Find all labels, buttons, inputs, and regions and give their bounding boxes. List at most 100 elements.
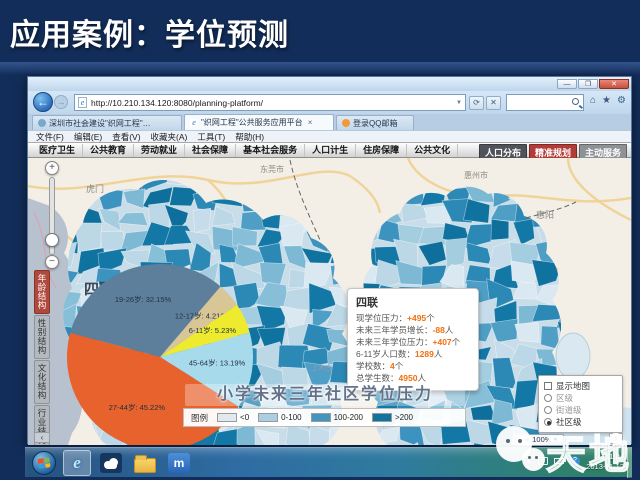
legend-swatch: [258, 413, 278, 422]
refresh-button[interactable]: ⟳: [469, 96, 484, 110]
browser-tab-1[interactable]: e"织网工程"公共服务应用平台×: [184, 114, 334, 130]
zoom-in-button[interactable]: +: [45, 161, 59, 175]
side-tab-2[interactable]: 文化结构: [34, 360, 50, 404]
tooltip-row-unit: 个: [395, 361, 404, 371]
taskbar-explorer-button[interactable]: [131, 450, 159, 476]
cloud-icon: [100, 453, 122, 473]
map-area[interactable]: 虎门 东莞市 惠州市 惠阳 上木古 四联 + − 年龄结构性别结构文化结构行业结…: [28, 158, 631, 445]
legend-swatch: [372, 413, 392, 422]
map-zoom-control: + −: [40, 161, 66, 273]
menu-item[interactable]: 编辑(E): [74, 131, 102, 143]
wechat-logo-small-bubble: [522, 448, 545, 471]
census-tract[interactable]: [445, 238, 467, 267]
legend-label: <0: [240, 413, 249, 422]
nav-item[interactable]: 公共文化: [407, 144, 458, 157]
tooltip-row-unit: 人: [445, 325, 454, 335]
browser-toolbar-icons: ⌂ ★ ⚙: [590, 95, 626, 106]
census-tract[interactable]: [491, 219, 509, 240]
url-dropdown-icon[interactable]: ▼: [456, 100, 462, 106]
home-icon[interactable]: ⌂: [590, 95, 596, 106]
settings-gear-icon[interactable]: ⚙: [617, 95, 626, 106]
qq-icon: [342, 119, 350, 127]
tooltip-row-label: 现学位压力：: [356, 313, 407, 323]
menu-item[interactable]: 文件(F): [36, 131, 64, 143]
side-tab-0[interactable]: 年龄结构: [34, 270, 50, 314]
nav-item[interactable]: 社会保障: [185, 144, 236, 157]
menu-item[interactable]: 工具(T): [197, 131, 225, 143]
search-input[interactable]: [506, 94, 584, 111]
nav-item[interactable]: 劳动就业: [134, 144, 185, 157]
maximize-button[interactable]: ❐: [578, 79, 598, 89]
globe-icon: [38, 119, 46, 127]
stop-button[interactable]: ✕: [486, 96, 501, 110]
show-map-row[interactable]: 显示地图: [544, 380, 617, 392]
nav-item[interactable]: 人口计生: [305, 144, 356, 157]
taskbar-maxthon-button[interactable]: m: [165, 450, 193, 476]
ie-icon: e: [190, 119, 198, 127]
slide-divider-band: [0, 62, 640, 74]
tooltip-row-unit: 人: [417, 373, 426, 383]
start-button[interactable]: [32, 451, 56, 475]
nav-item[interactable]: 住房保障: [356, 144, 407, 157]
census-tract[interactable]: [193, 208, 211, 232]
layer-option-label: 街道级: [556, 404, 582, 416]
back-button[interactable]: ←: [33, 92, 53, 112]
minimize-button[interactable]: —: [557, 79, 577, 89]
taskbar-ie-button[interactable]: e: [63, 450, 91, 476]
nav-item[interactable]: 公共教育: [83, 144, 134, 157]
watermark: 天地: [488, 420, 640, 478]
tooltip-title: 四联: [356, 294, 470, 310]
address-bar[interactable]: e http://10.210.134.120:8080/planning-pl…: [74, 94, 466, 111]
tooltip-row: 现学位压力：+495个: [356, 312, 470, 324]
side-collapse-button[interactable]: ‹: [34, 432, 50, 443]
page-favicon-icon: e: [78, 97, 87, 108]
menu-item[interactable]: 收藏夹(A): [151, 131, 188, 143]
tooltip-row-unit: 人: [434, 349, 443, 359]
menu-item[interactable]: 查看(V): [112, 131, 140, 143]
radio-icon[interactable]: [544, 406, 552, 414]
layer-option[interactable]: 街道级: [544, 404, 617, 416]
tab-close-icon[interactable]: ×: [308, 118, 313, 127]
pie-slice-label: 27-44岁: 45.22%: [109, 402, 166, 412]
taskbar-weather-button[interactable]: [97, 450, 125, 476]
legend-item: 0-100: [258, 413, 301, 422]
app-nav-bar: 医疗卫生公共教育劳动就业社会保障基本社会服务人口计生住房保障公共文化人口分布精准…: [28, 142, 631, 158]
search-icon[interactable]: [572, 98, 579, 105]
tooltip-row-label: 未来三年学员增长：: [356, 325, 433, 335]
browser-tab-bar: 深圳市社会建设"织网工程"…e"织网工程"公共服务应用平台× 登录QQ邮箱: [28, 114, 631, 130]
tooltip-row: 未来三年学员增长：-88人: [356, 324, 470, 336]
radio-icon[interactable]: [544, 394, 552, 402]
browser-tab-2[interactable]: 登录QQ邮箱: [336, 115, 414, 130]
census-tract[interactable]: [101, 231, 125, 250]
map-label-dongguan: 东莞市: [260, 164, 284, 174]
tooltip-row-label: 总学生数：: [356, 373, 399, 383]
show-map-checkbox[interactable]: [544, 382, 552, 390]
zoom-knob[interactable]: [45, 233, 59, 247]
windows-logo-icon: [37, 457, 50, 469]
tab-label: 登录QQ邮箱: [353, 118, 397, 129]
tooltip-row-label: 未来三年学位压力：: [356, 337, 433, 347]
legend-label: 100-200: [334, 413, 363, 422]
pie-slice-label: 6-11岁: 5.23%: [189, 325, 237, 335]
favorites-star-icon[interactable]: ★: [602, 95, 611, 106]
nav-item[interactable]: 基本社会服务: [236, 144, 305, 157]
close-button[interactable]: ✕: [599, 79, 629, 89]
browser-tab-0[interactable]: 深圳市社会建设"织网工程"…: [32, 115, 182, 130]
nav-item[interactable]: 医疗卫生: [32, 144, 83, 157]
browser-menu-bar: 文件(F) 编辑(E) 查看(V) 收藏夹(A) 工具(T) 帮助(H): [28, 130, 631, 142]
window-titlebar[interactable]: — ❐ ✕: [28, 77, 631, 91]
legend-item: <0: [217, 413, 249, 422]
menu-item[interactable]: 帮助(H): [235, 131, 264, 143]
tract-outlier: [556, 333, 590, 379]
legend-swatch: [217, 413, 237, 422]
layer-option[interactable]: 区级: [544, 392, 617, 404]
side-tab-1[interactable]: 性别结构: [34, 315, 50, 359]
forward-button[interactable]: →: [54, 95, 68, 109]
map-label-huizhou: 惠州市: [464, 170, 488, 180]
tooltip-row: 总学生数：4950人: [356, 372, 470, 384]
legend-swatch: [311, 413, 331, 422]
zoom-out-button[interactable]: −: [45, 255, 59, 269]
map-caption: 小学未来三年社区学位压力: [185, 384, 465, 406]
side-tab-strip: 年龄结构性别结构文化结构行业结构: [34, 270, 51, 445]
tooltip-row-value: +407: [433, 337, 452, 347]
